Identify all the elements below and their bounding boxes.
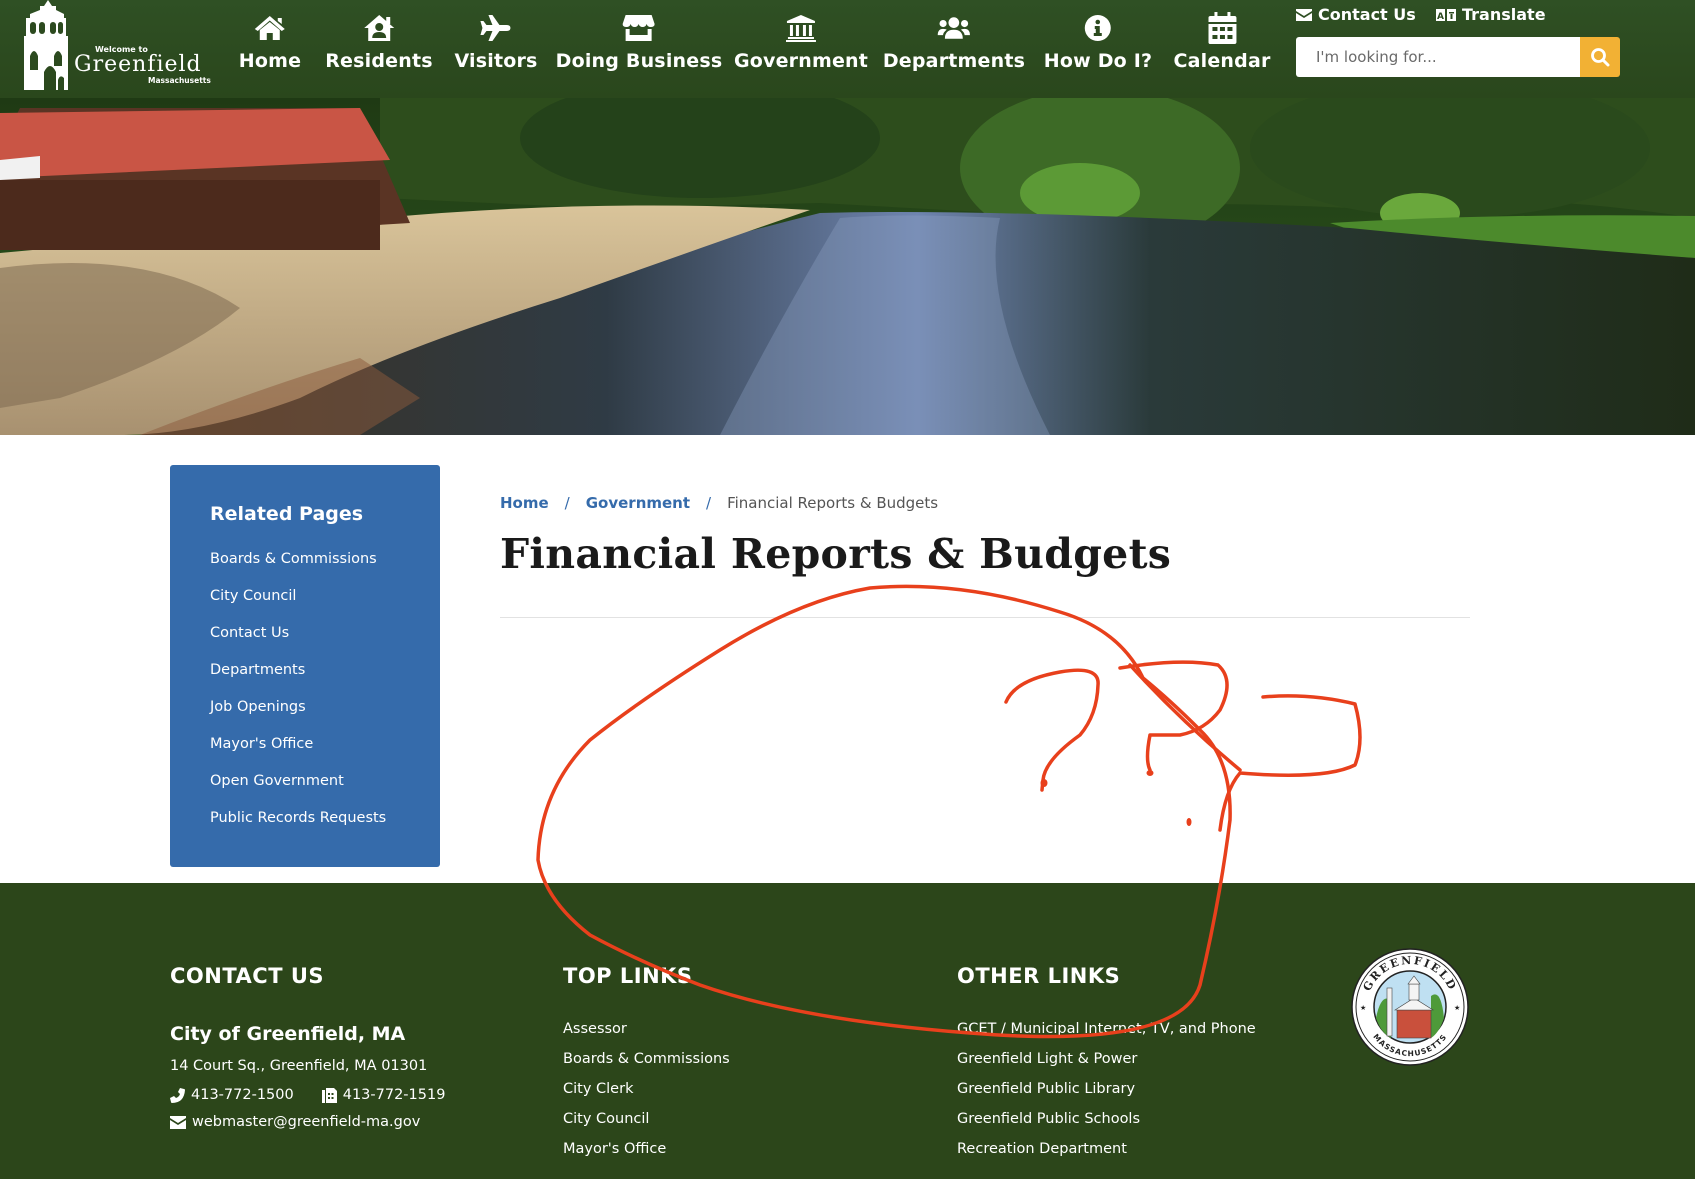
translate-label: Translate xyxy=(1462,5,1546,24)
info-circle-icon xyxy=(1081,12,1115,44)
nav-item-home[interactable]: Home xyxy=(239,12,301,82)
sidebar-item-city-council[interactable]: City Council xyxy=(210,588,386,625)
nav-item-doing-business[interactable]: Doing Business xyxy=(556,12,723,82)
footer-link-mayors-office[interactable]: Mayor's Office xyxy=(563,1141,730,1171)
footer-link-assessor[interactable]: Assessor xyxy=(563,1021,730,1051)
nav-item-how-do-i[interactable]: How Do I? xyxy=(1044,12,1152,82)
site-footer: CONTACT US City of Greenfield, MA 14 Cou… xyxy=(0,883,1695,1179)
footer-link-public-library[interactable]: Greenfield Public Library xyxy=(957,1081,1256,1111)
clock-tower-icon xyxy=(24,0,68,90)
nav-item-departments[interactable]: Departments xyxy=(883,12,1025,82)
footer-city-name: City of Greenfield, MA xyxy=(170,1023,406,1045)
related-pages-sidebar: Related Pages Boards & Commissions City … xyxy=(170,465,440,867)
store-icon xyxy=(622,12,656,44)
annotation-connector xyxy=(1128,663,1242,772)
house-user-icon xyxy=(362,12,396,44)
envelope-icon xyxy=(1296,8,1312,21)
sidebar-item-public-records-requests[interactable]: Public Records Requests xyxy=(210,810,386,847)
sidebar-item-open-government[interactable]: Open Government xyxy=(210,773,386,810)
landmark-icon xyxy=(784,12,818,44)
svg-text:A: A xyxy=(1437,12,1444,21)
annotation-question-mark-3 xyxy=(1218,694,1362,832)
footer-link-public-schools[interactable]: Greenfield Public Schools xyxy=(957,1111,1256,1141)
sidebar-list: Boards & Commissions City Council Contac… xyxy=(210,551,386,847)
annotation-question-mark-2 xyxy=(1118,660,1229,772)
nav-item-residents[interactable]: Residents xyxy=(325,12,433,82)
breadcrumb: Home / Government / Financial Reports & … xyxy=(500,494,938,512)
breadcrumb-separator: / xyxy=(564,494,570,512)
nav-label: Residents xyxy=(325,50,433,72)
search-form xyxy=(1296,37,1620,77)
envelope-icon xyxy=(170,1115,186,1129)
users-icon xyxy=(937,12,971,44)
nav-label: Visitors xyxy=(454,50,538,72)
footer-link-boards-commissions[interactable]: Boards & Commissions xyxy=(563,1051,730,1081)
sidebar-title: Related Pages xyxy=(210,503,364,525)
footer-link-city-council[interactable]: City Council xyxy=(563,1111,730,1141)
nav-label: Home xyxy=(238,50,302,72)
footer-phone[interactable]: 413-772-1500 xyxy=(191,1087,294,1103)
footer-address: 14 Court Sq., Greenfield, MA 01301 xyxy=(170,1058,427,1074)
footer-contact-heading: CONTACT US xyxy=(170,964,325,988)
logo-state-text: Massachusetts xyxy=(148,76,211,85)
contact-us-link[interactable]: Contact Us xyxy=(1296,5,1416,24)
contact-us-label: Contact Us xyxy=(1318,5,1416,24)
phone-icon xyxy=(170,1087,185,1103)
sidebar-item-departments[interactable]: Departments xyxy=(210,662,386,699)
footer-link-gcet[interactable]: GCET / Municipal Internet, TV, and Phone xyxy=(957,1021,1256,1051)
annotation-dot xyxy=(1040,779,1048,787)
footer-fax: 413-772-1519 xyxy=(342,1087,446,1103)
footer-top-links: Assessor Boards & Commissions City Clerk… xyxy=(563,1021,730,1171)
nav-item-calendar[interactable]: Calendar xyxy=(1173,12,1270,82)
footer-link-city-clerk[interactable]: City Clerk xyxy=(563,1081,730,1111)
fax-icon xyxy=(321,1087,337,1103)
footer-address-text: 14 Court Sq., Greenfield, MA 01301 xyxy=(170,1058,428,1074)
translate-link[interactable]: A Translate xyxy=(1436,5,1546,24)
plane-icon xyxy=(479,12,513,44)
nav-label: Departments xyxy=(882,50,1026,72)
breadcrumb-separator: / xyxy=(706,494,712,512)
footer-email[interactable]: webmaster@greenfield-ma.gov xyxy=(192,1114,420,1130)
nav-label: Doing Business xyxy=(555,50,723,72)
hero-park-lake-image xyxy=(0,98,1695,435)
calendar-icon xyxy=(1205,12,1239,44)
annotation-dot xyxy=(1146,770,1154,776)
breadcrumb-government[interactable]: Government xyxy=(586,494,690,512)
footer-email-row: webmaster@greenfield-ma.gov xyxy=(170,1114,420,1130)
hero-image xyxy=(0,98,1695,435)
sidebar-item-job-openings[interactable]: Job Openings xyxy=(210,699,386,736)
nav-item-government[interactable]: Government xyxy=(734,12,868,82)
nav-item-visitors[interactable]: Visitors xyxy=(454,12,537,82)
svg-text:★: ★ xyxy=(1360,1004,1366,1012)
footer-top-links-heading: TOP LINKS xyxy=(563,964,693,988)
annotation-dot xyxy=(1186,818,1192,826)
site-header: Welcome to Greenfield Massachusetts Home… xyxy=(0,0,1695,98)
footer-other-links: GCET / Municipal Internet, TV, and Phone… xyxy=(957,1021,1256,1171)
breadcrumb-current: Financial Reports & Budgets xyxy=(727,494,939,512)
language-icon: A xyxy=(1436,8,1456,21)
nav-label: How Do I? xyxy=(1043,50,1153,72)
nav-label: Calendar xyxy=(1173,50,1271,72)
search-button[interactable] xyxy=(1580,37,1620,77)
search-input[interactable] xyxy=(1296,37,1580,77)
footer-other-links-heading: OTHER LINKS xyxy=(957,964,1121,988)
svg-text:★: ★ xyxy=(1454,1004,1460,1012)
home-icon xyxy=(253,12,287,44)
content-divider xyxy=(500,617,1470,618)
city-seal: GREENFIELD MASSACHUSETTS ★ ★ xyxy=(1351,948,1469,1066)
sidebar-item-boards-commissions[interactable]: Boards & Commissions xyxy=(210,551,386,588)
page-title: Financial Reports & Budgets xyxy=(500,530,1172,578)
footer-link-light-power[interactable]: Greenfield Light & Power xyxy=(957,1051,1256,1081)
nav-label: Government xyxy=(733,50,869,72)
sidebar-item-mayors-office[interactable]: Mayor's Office xyxy=(210,736,386,773)
search-icon xyxy=(1591,48,1610,67)
logo-name-text: Greenfield xyxy=(74,52,202,77)
sidebar-item-contact-us[interactable]: Contact Us xyxy=(210,625,386,662)
annotation-question-mark-1 xyxy=(1004,668,1100,792)
breadcrumb-home[interactable]: Home xyxy=(500,494,549,512)
footer-link-recreation[interactable]: Recreation Department xyxy=(957,1141,1256,1171)
footer-phones: 413-772-1500 413-772-1519 xyxy=(170,1087,445,1103)
site-logo[interactable]: Welcome to Greenfield Massachusetts xyxy=(18,0,213,92)
